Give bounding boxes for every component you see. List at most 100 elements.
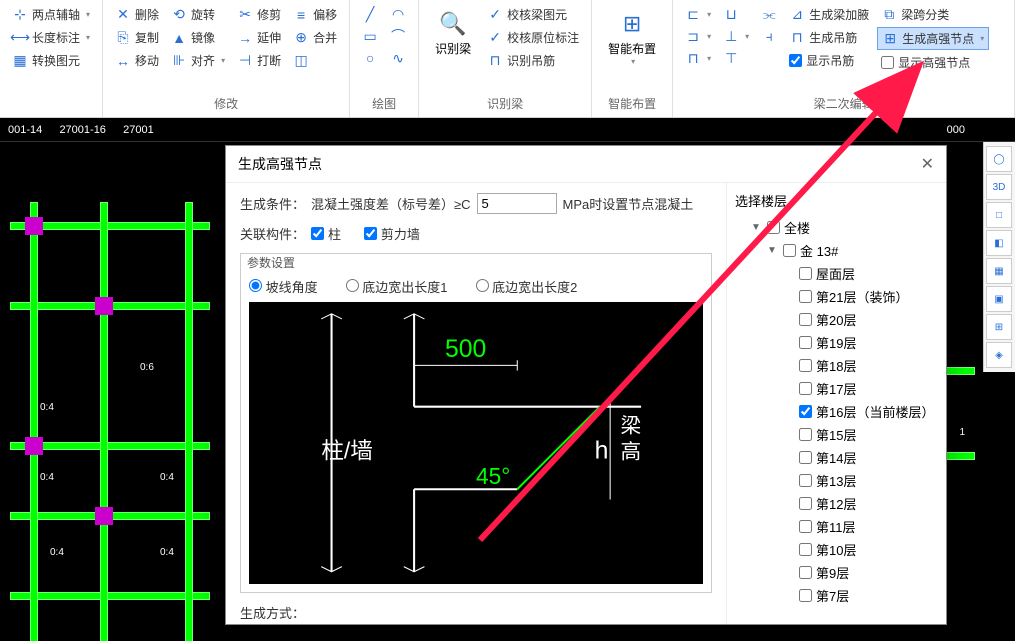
view-tool-5[interactable]: ▦ xyxy=(986,258,1012,284)
tree-floor-checkbox[interactable] xyxy=(799,359,812,372)
bottom-len1-radio[interactable] xyxy=(346,279,359,292)
line-button[interactable]: ╱ xyxy=(358,4,382,24)
view-tool-7[interactable]: ⊞ xyxy=(986,314,1012,340)
tree-floor-item[interactable]: 第15层 xyxy=(735,423,938,446)
span-class-button[interactable]: ⧉梁跨分类 xyxy=(877,4,989,25)
tree-floor-item[interactable]: 第12层 xyxy=(735,492,938,515)
tree-floor-item[interactable]: 第11层 xyxy=(735,515,938,538)
rotate-button[interactable]: ⟲旋转 xyxy=(167,4,229,25)
tree-floor-item[interactable]: 第16层（当前楼层） xyxy=(735,400,938,423)
shearwall-checkbox-label[interactable]: 剪力墙 xyxy=(364,224,420,243)
tree-floor-checkbox[interactable] xyxy=(799,451,812,464)
arc-button[interactable]: ◠ xyxy=(386,4,410,24)
gen-beam-haunch-button[interactable]: ⊿生成梁加腋 xyxy=(785,4,873,25)
move-button[interactable]: ↔移动 xyxy=(111,50,163,71)
check-beam-name-button[interactable]: ✓校核梁图元 xyxy=(483,4,583,25)
spline-button[interactable]: ∿ xyxy=(386,48,410,68)
shearwall-checkbox[interactable] xyxy=(364,227,377,240)
delete-button[interactable]: ✕删除 xyxy=(111,4,163,25)
mini-btn-8[interactable]: ⫞ xyxy=(757,26,781,46)
rect-button[interactable]: ▭ xyxy=(358,26,382,46)
mini-btn-6[interactable]: ⊤ xyxy=(719,48,753,68)
check-origin-dim-button[interactable]: ✓校核原位标注 xyxy=(483,27,583,48)
identify-beam-button[interactable]: 🔍 识别梁 xyxy=(427,4,479,92)
tree-collapse-icon[interactable]: ▼ xyxy=(751,222,763,233)
move-icon: ↔ xyxy=(115,53,131,69)
tree-floor-checkbox[interactable] xyxy=(799,497,812,510)
merge-button[interactable]: ⊕合并 xyxy=(289,27,341,48)
mini-btn-2[interactable]: ⊐▾ xyxy=(681,26,715,46)
tree-floor-item[interactable]: 第20层 xyxy=(735,308,938,331)
polyline-button[interactable]: ⌒ xyxy=(386,26,410,46)
tree-floor-checkbox[interactable] xyxy=(799,428,812,441)
tree-root[interactable]: ▼ 全楼 xyxy=(735,216,938,239)
delete-icon: ✕ xyxy=(115,7,131,23)
slope-angle-radio[interactable] xyxy=(249,279,262,292)
column-checkbox[interactable] xyxy=(311,227,324,240)
show-stirrup-button[interactable]: 显示吊筋 xyxy=(785,50,873,71)
tree-floor-checkbox[interactable] xyxy=(799,382,812,395)
two-point-axis-button[interactable]: ⊹两点辅轴▾ xyxy=(8,4,94,25)
tree-floor-item[interactable]: 第9层 xyxy=(735,561,938,584)
view-tool-3d[interactable]: 3D xyxy=(986,174,1012,200)
view-tool-3[interactable]: □ xyxy=(986,202,1012,228)
tree-floor-checkbox[interactable] xyxy=(799,474,812,487)
tree-floor-item[interactable]: 第14层 xyxy=(735,446,938,469)
tree-collapse-icon[interactable]: ▼ xyxy=(767,245,779,256)
column-checkbox-label[interactable]: 柱 xyxy=(311,224,341,243)
tree-floor-item[interactable]: 屋面层 xyxy=(735,262,938,285)
view-tool-6[interactable]: ▣ xyxy=(986,286,1012,312)
mirror-button[interactable]: ▲镜像 xyxy=(167,27,229,48)
tree-floor-item[interactable]: 第19层 xyxy=(735,331,938,354)
show-high-node-button[interactable]: 显示高强节点 xyxy=(877,52,989,73)
bottom-len2-radio[interactable] xyxy=(476,279,489,292)
tree-floor-checkbox[interactable] xyxy=(799,543,812,556)
break-button[interactable]: ⊣打断 xyxy=(233,50,285,71)
length-dim-button[interactable]: ⟷长度标注▾ xyxy=(8,27,94,48)
extend-button[interactable]: →延伸 xyxy=(233,27,285,48)
tree-building[interactable]: ▼ 金 13# xyxy=(735,239,938,262)
tree-floor-checkbox[interactable] xyxy=(799,290,812,303)
copy-button[interactable]: ⎘复制 xyxy=(111,27,163,48)
view-tool-1[interactable]: ◯ xyxy=(986,146,1012,172)
tree-floor-checkbox[interactable] xyxy=(799,267,812,280)
tree-floor-item[interactable]: 第10层 xyxy=(735,538,938,561)
tree-floor-checkbox[interactable] xyxy=(799,405,812,418)
tree-floor-item[interactable]: 第18层 xyxy=(735,354,938,377)
bottom-len2-radio-label[interactable]: 底边宽出长度2 xyxy=(476,277,578,296)
smart-layout-button[interactable]: ⊞ 智能布置▾ xyxy=(600,4,664,92)
slope-angle-radio-label[interactable]: 坡线角度 xyxy=(249,277,318,296)
mini-btn-5[interactable]: ⊥▾ xyxy=(719,26,753,46)
mini-btn-4[interactable]: ⊔ xyxy=(719,4,753,24)
mini-btn-1[interactable]: ⊏▾ xyxy=(681,4,715,24)
mini-btn-7[interactable]: ⫘ xyxy=(757,4,781,24)
dialog-close-button[interactable]: ✕ xyxy=(921,154,934,174)
trim-button[interactable]: ✂修剪 xyxy=(233,4,285,25)
split-button[interactable]: ◫ xyxy=(289,50,341,70)
gen-high-node-button[interactable]: ⊞生成高强节点▾ xyxy=(877,27,989,50)
tree-floor-item[interactable]: 第13层 xyxy=(735,469,938,492)
circle-button[interactable]: ○ xyxy=(358,48,382,68)
offset-button[interactable]: ≡偏移 xyxy=(289,4,341,25)
gen-stirrup-button[interactable]: ⊓生成吊筋 xyxy=(785,27,873,48)
identify-stirrup-button[interactable]: ⊓识别吊筋 xyxy=(483,50,583,71)
bottom-len1-radio-label[interactable]: 底边宽出长度1 xyxy=(346,277,448,296)
show-stirrup-checkbox[interactable] xyxy=(789,54,802,67)
view-tool-8[interactable]: ◈ xyxy=(986,342,1012,368)
view-tool-4[interactable]: ◧ xyxy=(986,230,1012,256)
tree-floor-checkbox[interactable] xyxy=(799,313,812,326)
tree-floor-checkbox[interactable] xyxy=(799,589,812,602)
tree-floor-item[interactable]: 第21层（装饰） xyxy=(735,285,938,308)
tree-root-checkbox[interactable] xyxy=(767,221,780,234)
tree-floor-item[interactable]: 第17层 xyxy=(735,377,938,400)
tree-floor-item[interactable]: 第7层 xyxy=(735,584,938,607)
strength-diff-input[interactable] xyxy=(477,193,557,214)
tree-floor-checkbox[interactable] xyxy=(799,566,812,579)
tree-floor-checkbox[interactable] xyxy=(799,520,812,533)
tree-building-checkbox[interactable] xyxy=(783,244,796,257)
mini-btn-3[interactable]: ⊓▾ xyxy=(681,48,715,68)
tree-floor-checkbox[interactable] xyxy=(799,336,812,349)
convert-elem-button[interactable]: ▦转换图元 xyxy=(8,50,94,71)
align-button[interactable]: ⊪对齐▾ xyxy=(167,50,229,71)
show-high-node-checkbox[interactable] xyxy=(881,56,894,69)
